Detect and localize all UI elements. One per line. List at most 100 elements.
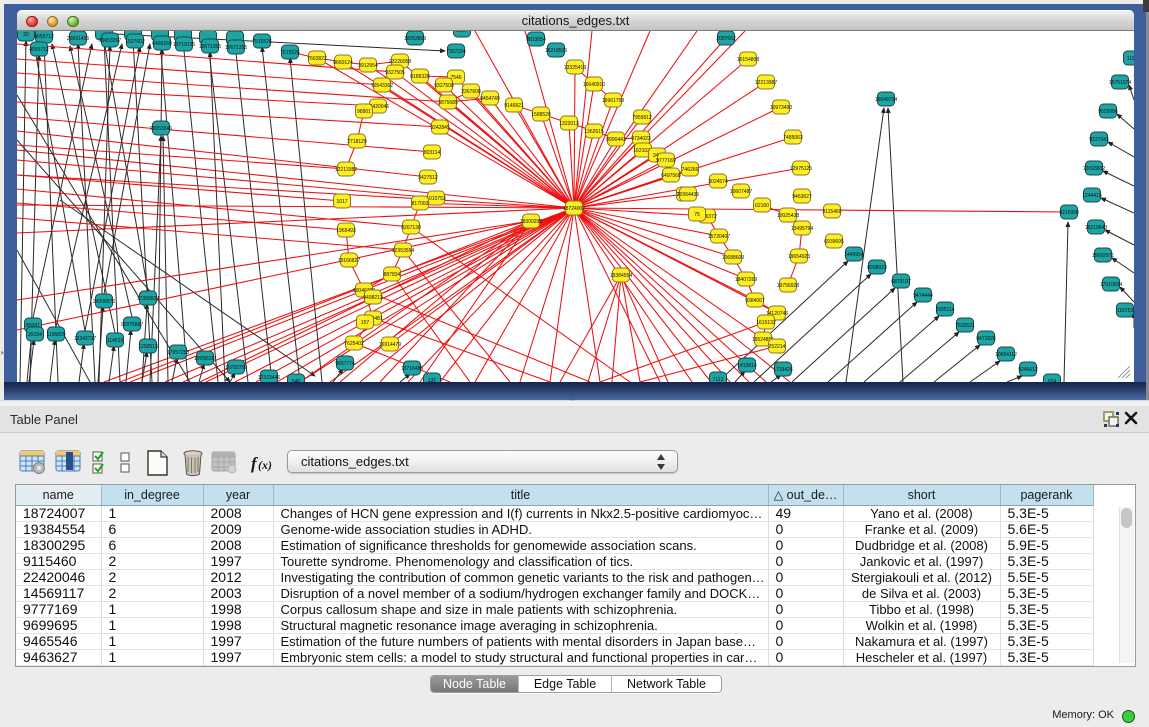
svg-text:7955812: 7955812 — [632, 115, 652, 121]
svg-text:252214: 252214 — [769, 344, 786, 350]
svg-text:62160: 62160 — [755, 203, 769, 209]
svg-text:4055712: 4055712 — [34, 34, 54, 40]
svg-text:8990443: 8990443 — [606, 137, 626, 143]
svg-text:12323446: 12323446 — [258, 375, 280, 381]
svg-text:16640910: 16640910 — [583, 82, 605, 88]
svg-text:6879197: 6879197 — [891, 279, 911, 285]
svg-text:20691406: 20691406 — [67, 36, 89, 42]
svg-text:1017: 1017 — [336, 199, 347, 205]
svg-text:10671355: 10671355 — [199, 44, 221, 50]
svg-text:7515526: 7515526 — [280, 50, 300, 56]
svg-text:8471626: 8471626 — [976, 336, 996, 342]
svg-text:9245612: 9245612 — [1018, 367, 1038, 373]
svg-text:16053809: 16053809 — [404, 36, 426, 42]
svg-text:9463627: 9463627 — [792, 194, 812, 200]
svg-text:3024574: 3024574 — [708, 179, 728, 185]
svg-text:90975867: 90975867 — [121, 322, 143, 328]
svg-text:9734023: 9734023 — [631, 136, 651, 142]
svg-text:1362615: 1362615 — [584, 129, 604, 135]
svg-text:157: 157 — [361, 320, 370, 326]
svg-text:13495794: 13495794 — [791, 226, 813, 232]
svg-text:1156829: 1156829 — [46, 332, 65, 338]
svg-text:9146821: 9146821 — [504, 103, 524, 109]
svg-text:7663822: 7663822 — [307, 56, 327, 62]
svg-text:75: 75 — [694, 212, 700, 218]
svg-text:15692971: 15692971 — [1092, 253, 1114, 259]
svg-text:9384067: 9384067 — [745, 298, 765, 304]
svg-text:10973493: 10973493 — [770, 105, 792, 111]
svg-text:924: 924 — [1048, 379, 1057, 382]
svg-text:6466160: 6466160 — [152, 41, 172, 47]
svg-text:6497568: 6497568 — [661, 173, 681, 179]
svg-text:7625402: 7625402 — [344, 341, 364, 347]
svg-text:39154: 39154 — [28, 332, 42, 338]
svg-text:3912954: 3912954 — [358, 63, 378, 69]
svg-text:18724007: 18724007 — [563, 206, 585, 212]
svg-text:13716485: 13716485 — [401, 366, 423, 372]
svg-text:19166827: 19166827 — [338, 258, 360, 264]
svg-text:746266: 746266 — [682, 167, 699, 173]
svg-text:8660124: 8660124 — [333, 60, 353, 66]
svg-text:16961758: 16961758 — [602, 98, 624, 104]
svg-text:8267130: 8267130 — [401, 225, 421, 231]
svg-text:12093832: 12093832 — [1083, 166, 1105, 172]
svg-text:12975125: 12975125 — [790, 166, 812, 172]
svg-text:18407269: 18407269 — [735, 277, 757, 283]
svg-text:9327505: 9327505 — [385, 70, 405, 76]
svg-text:2367608: 2367608 — [461, 89, 481, 95]
svg-text:1413614: 1413614 — [737, 363, 757, 369]
svg-text:9115460: 9115460 — [822, 209, 841, 215]
svg-text:98901: 98901 — [357, 109, 371, 115]
svg-text:12213382: 12213382 — [335, 167, 357, 173]
svg-text:8186328: 8186328 — [410, 74, 430, 80]
svg-text:23226058: 23226058 — [389, 59, 411, 65]
svg-text:17359924: 17359924 — [137, 296, 159, 302]
svg-text:10025438: 10025438 — [777, 213, 799, 219]
svg-text:3427512: 3427512 — [418, 175, 438, 181]
svg-text:8454749: 8454749 — [480, 96, 500, 102]
svg-text:1244415: 1244415 — [1082, 193, 1102, 199]
svg-text:9498212: 9498212 — [363, 295, 383, 301]
svg-text:4055712: 4055712 — [29, 47, 49, 53]
svg-text:7515526: 7515526 — [252, 39, 272, 45]
svg-text:114519: 114519 — [107, 338, 124, 344]
svg-text:13325419: 13325419 — [564, 65, 586, 71]
svg-text:10782759: 10782759 — [225, 365, 247, 371]
svg-text:10654112: 10654112 — [995, 352, 1017, 358]
svg-text:2087662: 2087662 — [716, 36, 736, 42]
svg-text:20364436: 20364436 — [677, 192, 699, 198]
svg-text:1527602: 1527602 — [125, 39, 145, 45]
svg-text:10958107: 10958107 — [194, 356, 216, 362]
svg-text:9529986: 9529986 — [1098, 109, 1118, 115]
svg-text:3875685: 3875685 — [438, 100, 458, 106]
svg-text:131: 131 — [428, 378, 437, 382]
svg-text:1440954: 1440954 — [844, 252, 864, 258]
svg-text:16648794: 16648794 — [875, 97, 897, 103]
svg-text:16210643: 16210643 — [1085, 225, 1107, 231]
svg-text:8813054: 8813054 — [526, 37, 546, 43]
svg-text:9777169: 9777169 — [656, 158, 676, 164]
svg-text:1588520: 1588520 — [531, 112, 551, 118]
svg-text:887834: 887834 — [384, 272, 401, 278]
svg-text:9474444: 9474444 — [913, 293, 933, 299]
svg-text:1965493: 1965493 — [336, 228, 356, 234]
svg-text:803114: 803114 — [424, 150, 441, 156]
svg-text:546: 546 — [292, 379, 301, 382]
svg-text:8938923: 8938923 — [867, 265, 887, 271]
svg-text:16914479: 16914479 — [379, 342, 401, 348]
svg-text:19654923: 19654923 — [788, 254, 810, 260]
svg-text:1010753: 1010753 — [426, 196, 446, 202]
svg-text:9242845: 9242845 — [430, 125, 450, 131]
svg-text:10719135: 10719135 — [173, 42, 195, 48]
svg-text:10543362: 10543362 — [371, 83, 393, 89]
svg-text:12342737: 12342737 — [74, 336, 96, 342]
svg-text:6939695: 6939695 — [824, 239, 844, 245]
svg-text:1615132: 1615132 — [756, 320, 776, 326]
svg-text:2935114: 2935114 — [935, 307, 954, 313]
svg-text:10653267: 10653267 — [99, 38, 121, 44]
svg-text:1250513: 1250513 — [138, 344, 158, 350]
svg-text:12353594: 12353594 — [392, 248, 414, 254]
svg-text:1322013: 1322013 — [559, 121, 579, 127]
svg-text:(x): (x) — [258, 458, 272, 472]
svg-text:15720407: 15720407 — [708, 234, 730, 240]
